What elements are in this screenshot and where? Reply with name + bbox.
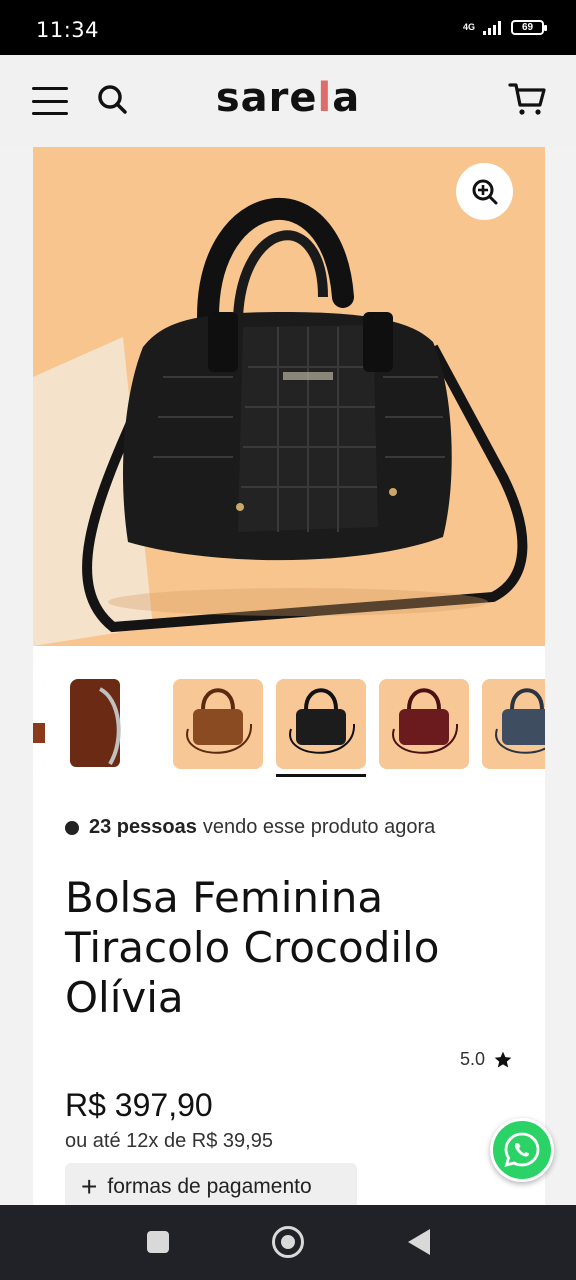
status-indicators: 4G 69 xyxy=(462,20,547,35)
battery-level: 69 xyxy=(521,22,534,33)
viewers-notice: 23 pessoas vendo esse produto agora xyxy=(65,816,435,839)
product-price: R$ 397,90 xyxy=(65,1087,213,1123)
handbag-image xyxy=(33,147,545,646)
product-content: 23 pessoas vendo esse produto agora Bols… xyxy=(33,147,545,1211)
logo-text-right: a xyxy=(332,75,361,121)
recent-apps-button[interactable] xyxy=(147,1231,169,1253)
status-time: 11:34 xyxy=(36,18,100,42)
home-button[interactable] xyxy=(272,1226,304,1258)
payment-methods-button[interactable]: + formas de pagamento xyxy=(65,1163,357,1211)
battery-icon: 69 xyxy=(511,20,547,35)
status-bar: 11:34 4G 69 xyxy=(0,0,576,55)
logo-text-accent: l xyxy=(317,75,333,121)
product-title: Bolsa Feminina Tiracolo Crocodilo Olívia xyxy=(65,873,440,1022)
network-type: 4G xyxy=(462,22,475,32)
plus-icon: + xyxy=(81,1171,98,1202)
thumbnail-5[interactable] xyxy=(482,679,545,769)
star-icon xyxy=(494,1051,512,1067)
whatsapp-icon xyxy=(504,1132,540,1167)
thumbnail-2[interactable] xyxy=(173,679,263,769)
thumbnail-4[interactable] xyxy=(379,679,469,769)
thumbnail-1[interactable] xyxy=(70,679,160,769)
live-dot-icon xyxy=(65,820,79,835)
installments-text: ou até 12x de R$ 39,95 xyxy=(65,1130,273,1152)
logo-text-left: sare xyxy=(215,75,318,121)
back-button[interactable] xyxy=(408,1229,430,1255)
thumbnail-0[interactable] xyxy=(33,679,45,769)
thumbnail-3[interactable] xyxy=(276,679,366,769)
thumbnail-selected-indicator xyxy=(276,774,366,777)
payment-methods-label: formas de pagamento xyxy=(107,1175,312,1198)
rating-value: 5.0 xyxy=(459,1049,485,1069)
viewers-count: 23 pessoas xyxy=(89,816,197,838)
cart-icon[interactable] xyxy=(508,81,546,117)
thumbnail-strip xyxy=(33,677,545,777)
whatsapp-button[interactable] xyxy=(490,1118,554,1182)
zoom-button[interactable] xyxy=(456,163,513,220)
site-header: sarela xyxy=(0,55,576,147)
android-nav-bar xyxy=(0,1205,576,1280)
signal-icon xyxy=(483,20,501,35)
brand-logo[interactable]: sarela xyxy=(0,75,576,121)
product-main-image[interactable] xyxy=(33,147,545,646)
product-rating[interactable]: 5.0 xyxy=(460,1049,513,1070)
viewers-text: vendo esse produto agora xyxy=(202,816,436,838)
zoom-in-icon xyxy=(472,179,497,204)
